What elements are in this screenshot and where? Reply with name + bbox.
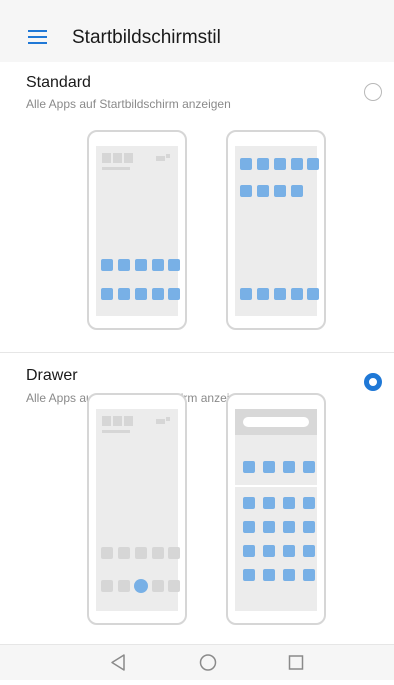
option-standard-subtitle: Alle Apps auf Startbildschirm anzeigen xyxy=(26,97,231,111)
page-title: Startbildschirmstil xyxy=(72,27,221,48)
drawer-preview-app-drawer xyxy=(226,393,326,625)
drawer-preview-home-screen xyxy=(87,393,187,625)
option-drawer-radio[interactable] xyxy=(364,373,382,391)
option-standard-radio[interactable] xyxy=(364,83,382,101)
option-drawer-title: Drawer xyxy=(26,367,78,384)
option-drawer[interactable]: Drawer Alle Apps auf Drawer-Bildschirm a… xyxy=(0,353,394,644)
system-navigation-bar xyxy=(0,644,394,680)
top-app-bar: Startbildschirmstil xyxy=(0,14,394,62)
back-icon[interactable] xyxy=(96,645,140,680)
hamburger-menu-icon[interactable] xyxy=(28,29,50,47)
status-bar xyxy=(0,0,394,14)
option-standard[interactable]: Standard Alle Apps auf Startbildschirm a… xyxy=(0,62,394,352)
option-standard-title: Standard xyxy=(26,74,91,91)
recents-icon[interactable] xyxy=(274,645,318,680)
home-icon[interactable] xyxy=(186,645,230,680)
standard-preview-home-screen xyxy=(87,130,187,330)
standard-preview-second-screen xyxy=(226,130,326,330)
